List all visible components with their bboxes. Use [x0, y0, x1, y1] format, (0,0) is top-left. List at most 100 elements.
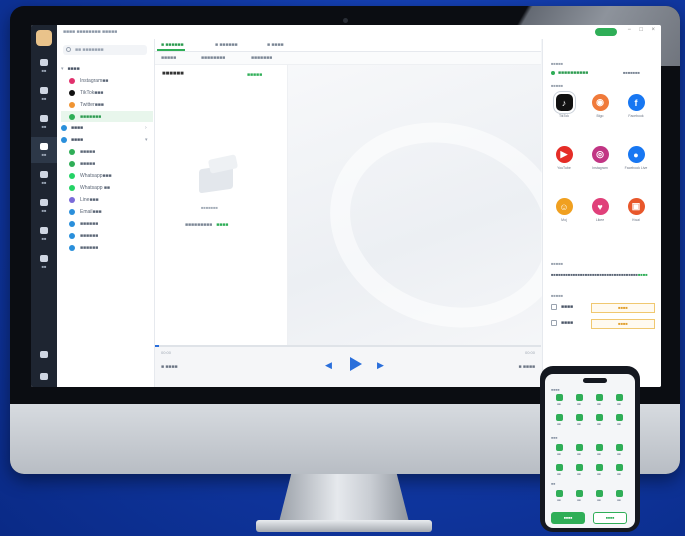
phone-app-icon[interactable]: ■■	[593, 444, 605, 456]
right-label-1: ■■■■■	[551, 61, 564, 66]
platform-option[interactable]: ♥ Likee	[585, 198, 615, 222]
sidebar-item[interactable]: ■■■■■■■	[61, 111, 153, 122]
play-icon[interactable]	[350, 357, 362, 371]
phone-app-icon[interactable]: ■■	[613, 490, 625, 502]
subtab-2[interactable]: ■■■■■■■■	[201, 55, 225, 61]
rail-item-4[interactable]: ■■	[31, 137, 57, 163]
subtab-3[interactable]: ■■■■■■■	[251, 55, 272, 61]
sidebar-item-label: Whatsapp■■■	[80, 172, 112, 179]
empty-box-illustration	[189, 153, 249, 199]
webcam-dot	[343, 18, 348, 23]
phone-app-icon[interactable]: ■■	[593, 490, 605, 502]
sidebar-item-label: Instagram■■	[80, 77, 109, 84]
platform-name: Kwai	[632, 218, 640, 222]
status-pill[interactable]	[595, 28, 617, 36]
sidebar-item[interactable]: ■■■■■	[69, 146, 149, 157]
sidebar-item[interactable]: TikTok■■■	[69, 87, 149, 98]
tab-2[interactable]: ■ ■■■■■■	[215, 42, 238, 48]
phone-app-icon[interactable]: ■■	[553, 464, 565, 476]
phone-app-icon[interactable]: ■■	[593, 414, 605, 426]
phone-app-icon[interactable]: ■■	[613, 464, 625, 476]
platform-option[interactable]: ♪ TikTok	[549, 91, 579, 118]
sidebar-item[interactable]: Twitter■■■	[69, 99, 149, 110]
sidebar-item[interactable]: ■■■■■■	[69, 230, 149, 241]
pane-heading-link[interactable]: ■■■■■	[247, 72, 262, 78]
platform-icon	[69, 232, 75, 239]
phone-app-icon[interactable]: ■■	[553, 490, 565, 502]
phone-app-icon[interactable]: ■■	[593, 394, 605, 406]
phone-app-icon[interactable]: ■■	[613, 414, 625, 426]
phone-app-icon[interactable]: ■■	[593, 464, 605, 476]
rail-item-2[interactable]: ■■	[31, 81, 57, 107]
phone-secondary-button[interactable]: ■■■■	[593, 512, 627, 524]
platform-icon	[69, 220, 75, 227]
phone-app-icon[interactable]: ■■	[573, 464, 585, 476]
right-panel: ■■■■■ ■■■■■■■■■■ ■■■■■■■ ■■■■■ ♪ TikTok ◉ B…	[542, 39, 661, 387]
close-icon[interactable]: ×	[651, 27, 655, 33]
rail-item-1[interactable]: ■■	[31, 53, 57, 79]
group-header-2[interactable]: ■■■■ ›	[61, 122, 147, 134]
rail-item-8[interactable]: ■■	[31, 249, 57, 275]
sidebar-item[interactable]: Email■■■	[69, 206, 149, 217]
pane-heading: ■■■■■■	[162, 71, 184, 77]
sidebar-item[interactable]: ■■■■■■	[69, 218, 149, 229]
previous-icon[interactable]: ◀	[325, 360, 332, 371]
platform-option[interactable]: ◉ Bigo	[585, 94, 615, 118]
platform-option[interactable]: f Facebook	[621, 94, 651, 118]
rail-item-5[interactable]: ■■	[31, 165, 57, 191]
platform-option[interactable]: ☺ Moj	[549, 198, 579, 222]
phone-app-icon[interactable]: ■■	[553, 444, 565, 456]
platform-option[interactable]: ◎ Instagram	[585, 146, 615, 170]
rail-item-6[interactable]: ■■	[31, 193, 57, 219]
phone-app-icon[interactable]: ■■	[573, 414, 585, 426]
maximize-icon[interactable]: □	[639, 27, 643, 33]
platform-option[interactable]: ▣ Kwai	[621, 198, 651, 222]
phone-app-icon[interactable]: ■■	[573, 490, 585, 502]
phone-app-icon[interactable]: ■■	[553, 414, 565, 426]
tab-1[interactable]: ■ ■■■■■■	[161, 42, 184, 48]
account-link[interactable]: ■■■■■■■	[623, 70, 640, 75]
rail-item-3[interactable]: ■■	[31, 109, 57, 135]
description-link[interactable]: ■■■■	[638, 272, 648, 277]
phone-app-icon[interactable]: ■■	[553, 394, 565, 406]
phone-app-icon[interactable]: ■■	[613, 394, 625, 406]
search-input[interactable]: ■■ ■■■■■■■	[63, 45, 147, 55]
tab-3[interactable]: ■ ■■■■	[267, 42, 284, 48]
phone-app-icon[interactable]: ■■	[573, 444, 585, 456]
rail-menu[interactable]	[31, 363, 57, 387]
progress-bar[interactable]	[155, 345, 541, 347]
player-right-label[interactable]: ■ ■■■■	[519, 364, 536, 370]
option-1[interactable]: ■■■■	[551, 304, 573, 310]
option-2[interactable]: ■■■■	[551, 320, 573, 326]
right-label-3: ■■■■■	[551, 261, 564, 266]
group-header-3[interactable]: ■■■■ ▾	[61, 134, 148, 146]
avatar[interactable]	[36, 30, 52, 46]
sidebar-item[interactable]: Whatsapp ■■	[69, 182, 149, 193]
option-2-input[interactable]: ■■■■	[591, 319, 655, 329]
next-icon[interactable]: ▶	[377, 360, 384, 371]
sidebar-item[interactable]: Line■■■	[69, 194, 149, 205]
sidebar-item[interactable]: Instagram■■	[69, 75, 149, 86]
chevron-right-icon: ›	[145, 125, 147, 131]
smartphone: ■■■■ ■■■ ■■ ■■ ■■ ■■ ■■ ■■ ■■ ■■ ■■ ■■ ■■ ■■ ■■ ■■ ■■…	[540, 366, 640, 532]
minimize-icon[interactable]: −	[627, 27, 631, 33]
list-pane: ■■■■■■ ■■■■■ ■■■■■■■ ■■■■■■■■■ ■■■■	[155, 65, 288, 345]
account-status[interactable]: ■■■■■■■■■■	[551, 70, 588, 76]
sidebar-item[interactable]: ■■■■■■	[69, 242, 149, 253]
group-header-1[interactable]: ▾ ■■■■	[61, 63, 80, 75]
platform-option[interactable]: ● Facebook Live	[621, 146, 651, 170]
subtab-1[interactable]: ■■■■■	[161, 55, 176, 61]
player-left-label[interactable]: ■ ■■■■	[161, 364, 178, 370]
phone-app-icon[interactable]: ■■	[573, 394, 585, 406]
facebook-live-icon: ●	[627, 146, 645, 163]
phone-app-icon[interactable]: ■■	[613, 444, 625, 456]
platform-option[interactable]: ▶ YouTube	[549, 146, 579, 170]
rail-item-7[interactable]: ■■	[31, 221, 57, 247]
option-1-input[interactable]: ■■■■	[591, 303, 655, 313]
phone-primary-button[interactable]: ■■■■	[551, 512, 585, 524]
sidebar-item-label: ■■■■■■	[80, 232, 99, 239]
sidebar-item-label: Line■■■	[80, 196, 99, 203]
sidebar-item[interactable]: ■■■■■	[69, 158, 149, 169]
sidebar-item[interactable]: Whatsapp■■■	[69, 170, 149, 181]
empty-state-link[interactable]: ■■■■	[216, 222, 228, 228]
